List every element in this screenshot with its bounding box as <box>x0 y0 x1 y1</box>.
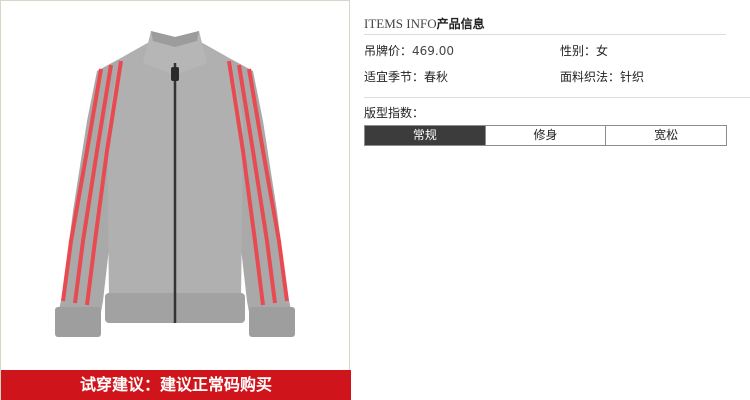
divider <box>364 97 750 98</box>
fabric-label: 面料织法： <box>560 70 621 84</box>
price-label: 吊牌价： <box>364 44 413 58</box>
fabric-row: 面料织法：针织 <box>560 68 644 86</box>
gender-label: 性别： <box>560 44 597 58</box>
price-row: 吊牌价：469.00 <box>364 42 454 60</box>
fit-index-label: 版型指数： <box>364 106 425 120</box>
header-chinese: 产品信息 <box>436 17 485 31</box>
season-row: 适宜季节：春秋 <box>364 68 448 86</box>
gender-value: 女 <box>596 44 609 58</box>
season-label: 适宜季节： <box>364 70 425 84</box>
fit-option-slim: 修身 <box>485 126 607 145</box>
fabric-value: 针织 <box>620 70 645 84</box>
fit-index-scale: 常规 修身 宽松 <box>364 125 727 146</box>
item-info-panel: ITEMS INFO产品信息 吊牌价：469.00 性别：女 适宜季节：春秋 面… <box>364 0 750 400</box>
fit-option-regular: 常规 <box>365 126 486 145</box>
fit-suggestion-banner: 试穿建议：建议正常码购买 <box>1 370 351 400</box>
jacket-image <box>55 31 295 337</box>
header-english: ITEMS INFO <box>364 16 437 31</box>
gender-row: 性别：女 <box>560 42 608 60</box>
item-info-header: ITEMS INFO产品信息 <box>364 14 726 35</box>
product-panel: 试穿建议：建议正常码购买 <box>0 0 351 400</box>
season-value: 春秋 <box>424 70 449 84</box>
fit-option-loose: 宽松 <box>606 126 727 145</box>
price-value: 469.00 <box>412 44 455 58</box>
